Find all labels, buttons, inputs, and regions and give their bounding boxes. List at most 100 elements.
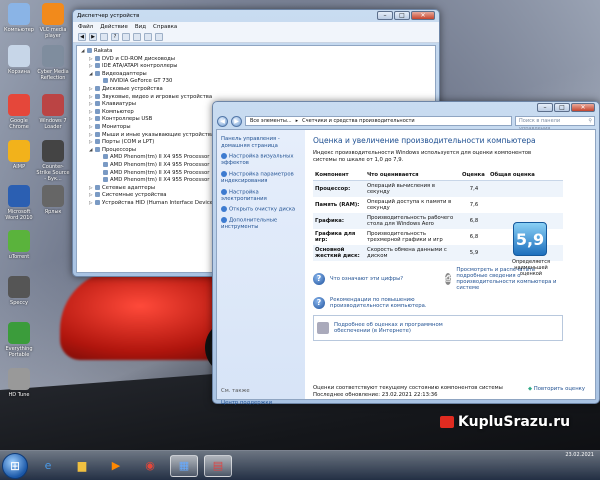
minimize-button[interactable]: – — [377, 11, 393, 20]
device-icon — [103, 161, 108, 167]
printer-icon: ⎙ — [445, 272, 452, 285]
device-icon — [95, 63, 100, 69]
tree-node[interactable]: ▷ IDE ATA/ATAPI контроллеры — [81, 63, 433, 71]
desktop-icon[interactable]: Counter-Strike Source - Бук... — [36, 140, 70, 182]
cell-desc: Производительность трехмерной графики и … — [367, 230, 443, 243]
what-mean-link[interactable]: Что означают эти цифры? — [330, 276, 403, 282]
control-panel-taskbar-icon[interactable]: ▦ — [170, 454, 198, 477]
menu-item[interactable]: Файл — [78, 24, 93, 30]
page-description: Индекс производительности Windows исполь… — [313, 150, 532, 163]
tree-node[interactable]: ▷ Дисковые устройства — [81, 85, 433, 94]
see-also-label: См. также — [221, 388, 250, 394]
main-panel: Оценка и увеличение производительности к… — [305, 130, 595, 399]
close-button[interactable]: ✕ — [571, 103, 595, 112]
close-button[interactable]: ✕ — [411, 11, 435, 20]
shield-icon — [221, 153, 227, 160]
maximize-button[interactable]: □ — [554, 103, 570, 112]
watermark: KupluSrazu.ru — [440, 414, 570, 430]
desktop-icon[interactable]: Everything Portable — [2, 322, 36, 358]
app-icon — [42, 140, 64, 162]
menu-item[interactable]: Действие — [100, 24, 128, 30]
sidebar-link[interactable]: Настройка электропитания — [221, 188, 301, 203]
cell-comp: Процессор: — [315, 185, 351, 192]
sidebar-link[interactable]: Настройка визуальных эффектов — [221, 153, 301, 167]
desktop-icon[interactable]: Компьютер — [2, 3, 36, 33]
sidebar-link[interactable]: Открыть очистку диска — [221, 206, 301, 213]
breadcrumb-current[interactable]: Счетчики и средства производительности — [302, 117, 415, 125]
tree-node[interactable]: ◢ Rakata — [81, 48, 433, 56]
app-icon — [8, 368, 30, 390]
tree-node[interactable]: ▷ DVD и CD-ROM дисководы — [81, 55, 433, 64]
desktop-icon[interactable]: Корзина — [2, 45, 36, 75]
address-bar[interactable]: Все элементы... ▸ Счетчики и средства про… — [245, 116, 512, 126]
maximize-button[interactable]: □ — [394, 11, 410, 20]
tree-node-label: Дисковые устройства — [102, 85, 163, 92]
help-icon[interactable]: ? — [111, 33, 119, 41]
update-driver-icon[interactable] — [133, 33, 141, 41]
tree-node-label: IDE ATA/ATAPI контроллеры — [102, 63, 178, 70]
shield-icon — [221, 206, 227, 213]
cart-icon — [440, 416, 454, 428]
desktop-icon[interactable]: Microsoft Word 2010 — [2, 185, 36, 221]
device-icon — [95, 93, 100, 99]
desktop-icon[interactable]: Google Chrome — [2, 94, 36, 130]
column-header: Общая оценка — [488, 169, 563, 181]
tree-node-label: Rakata — [94, 48, 113, 54]
rerun-assessment-link[interactable]: ◆ Повторить оценку — [528, 386, 585, 392]
ie-icon[interactable]: e — [34, 455, 62, 477]
properties-icon[interactable] — [100, 33, 108, 41]
sidebar-link[interactable]: Настройка параметров индексирования — [221, 170, 301, 185]
base-score-caption: Определяется наименьшей оценкой — [512, 259, 550, 277]
clock[interactable]: 23.02.2021 — [565, 452, 594, 458]
desktop-icon[interactable]: AIMP — [2, 140, 36, 170]
search-input[interactable]: Поиск в панели управления⚲ — [515, 116, 595, 132]
explorer-icon[interactable]: ▆ — [68, 455, 96, 477]
app-icon — [42, 94, 64, 116]
base-score: 5,9 — [513, 222, 547, 256]
forward-icon[interactable]: ▶ — [89, 33, 97, 41]
search-icon: ⚲ — [588, 118, 592, 124]
back-button[interactable]: ◀ — [217, 115, 228, 127]
desktop-icon[interactable]: uTorrent — [2, 230, 36, 260]
chrome-icon[interactable]: ◉ — [136, 455, 164, 477]
sidebar-link[interactable]: Дополнительные инструменты — [221, 217, 301, 231]
desktop-icon[interactable]: Windows 7 Loader — [36, 94, 70, 130]
cell-desc: Скорость обмена данными с диском — [367, 246, 447, 259]
minimize-button[interactable]: – — [537, 103, 553, 112]
breadcrumb-all[interactable]: Все элементы... — [250, 117, 292, 125]
desktop-icon[interactable]: HD Tune — [2, 368, 36, 398]
document-icon — [317, 321, 329, 334]
scan-icon[interactable] — [122, 33, 130, 41]
sidebar-link[interactable]: Панель управления - домашняя страница — [221, 136, 301, 149]
cell-score: 7,6 — [469, 201, 479, 208]
media-player-icon[interactable]: ▶ — [102, 455, 130, 477]
start-button[interactable]: ⊞ — [2, 452, 28, 479]
desktop-icon[interactable]: Cyber Media Reflection — [36, 45, 70, 81]
tree-node[interactable]: ◢ Видеоадаптеры — [81, 70, 433, 79]
desktop-icon-label: uTorrent — [8, 254, 30, 260]
disable-icon[interactable] — [144, 33, 152, 41]
more-info-link[interactable]: Подробнее об оценках и программном обесп… — [334, 322, 444, 334]
device-manager-taskbar-icon[interactable]: ▤ — [204, 454, 232, 477]
desktop-icon[interactable]: VLC media player — [36, 3, 70, 39]
back-icon[interactable]: ◀ — [78, 33, 86, 41]
cell-comp: Память (RAM): — [315, 201, 360, 208]
shield-icon: ◆ — [527, 386, 533, 392]
device-icon — [95, 55, 100, 61]
tree-node-label: DVD и CD-ROM дисководы — [102, 55, 175, 62]
desktop-icon-label: Компьютер — [4, 27, 34, 33]
tips-link[interactable]: Рекомендации по повышению производительн… — [330, 297, 440, 309]
forward-button[interactable]: ▶ — [231, 115, 242, 127]
performance-window[interactable]: – □ ✕ ◀ ▶ Все элементы... ▸ Счетчики и сред… — [212, 101, 600, 407]
menu-item[interactable]: Вид — [135, 24, 146, 30]
shield-icon — [221, 217, 227, 224]
app-icon — [8, 140, 30, 162]
uninstall-icon[interactable] — [155, 33, 163, 41]
menu-item[interactable]: Справка — [153, 24, 177, 30]
desktop-icon[interactable]: Speccy — [2, 276, 36, 306]
action-center-link[interactable]: Центр поддержки — [221, 400, 272, 407]
device-icon — [95, 131, 100, 137]
cell-desc: Операций доступа к памяти в секунду — [367, 198, 452, 211]
tree-node[interactable]: NVIDIA GeForce GT 730 — [81, 78, 433, 86]
desktop-icon[interactable]: Ярлык — [36, 185, 70, 215]
